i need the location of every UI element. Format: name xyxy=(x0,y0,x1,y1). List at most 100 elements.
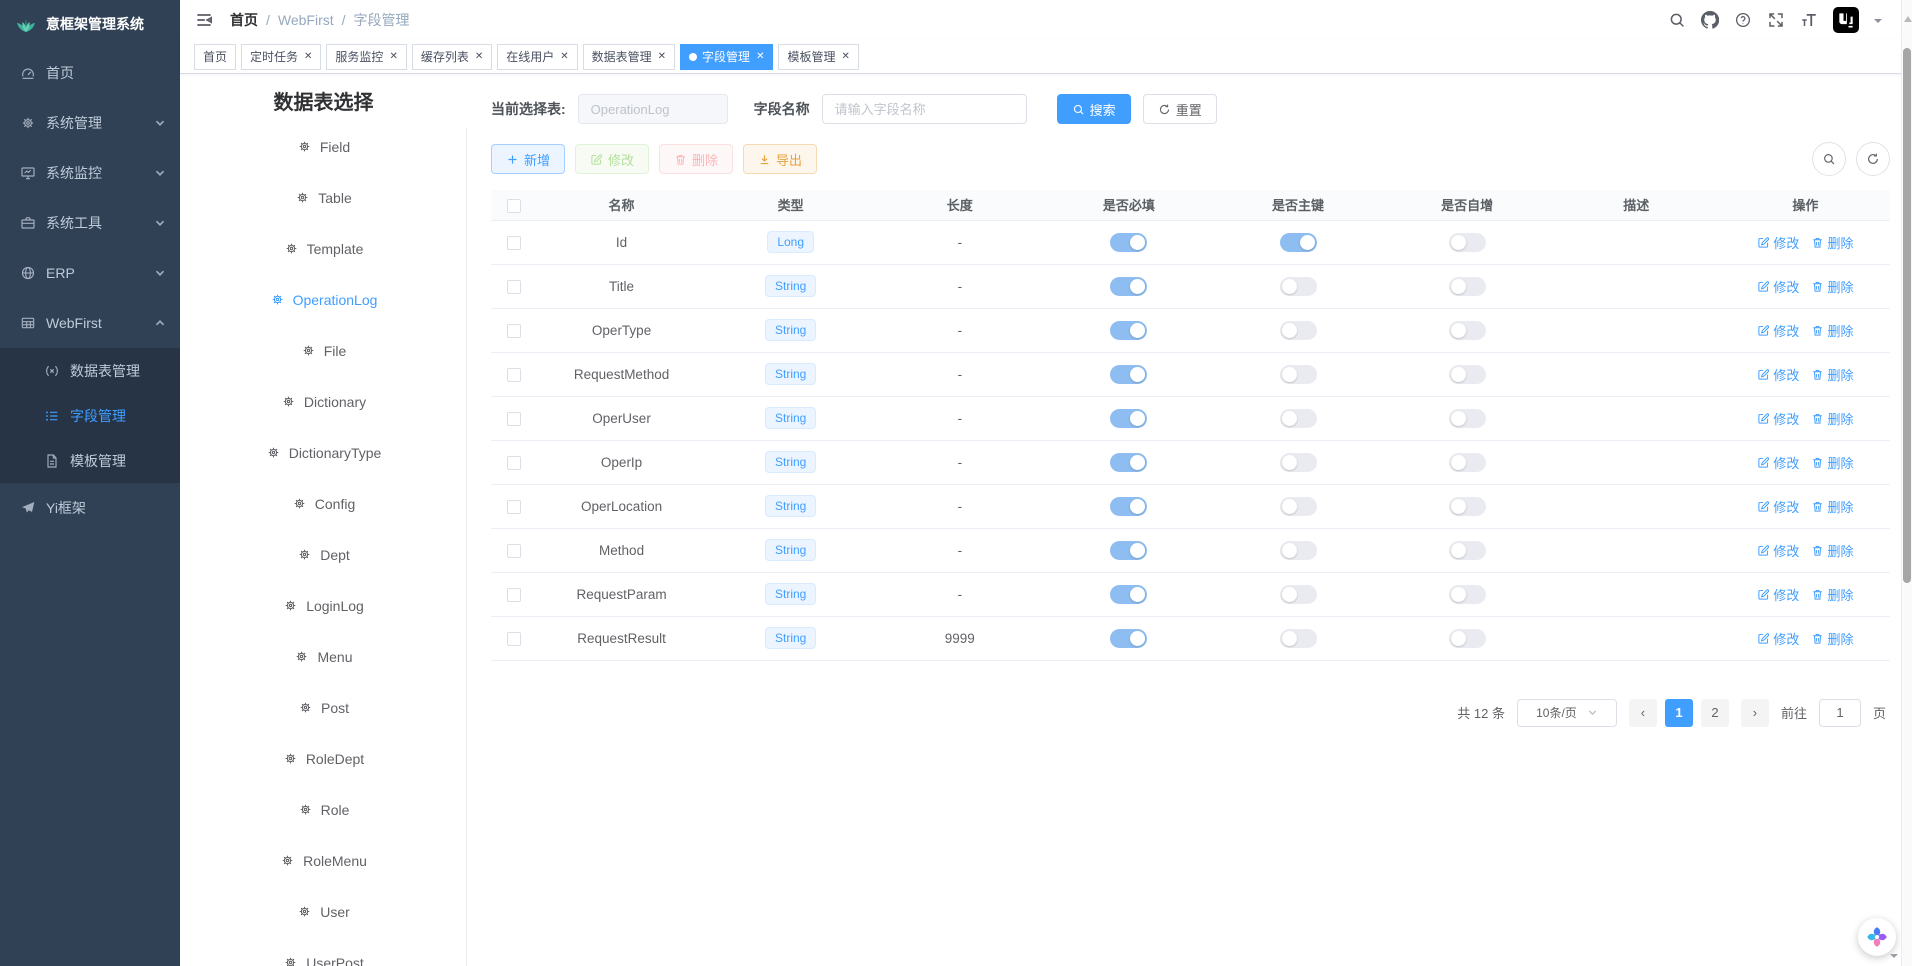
tab[interactable]: 首页 xyxy=(194,44,236,70)
edit-row-button[interactable]: 修改 xyxy=(1757,321,1799,340)
primary-key-toggle[interactable] xyxy=(1280,321,1317,340)
primary-key-toggle[interactable] xyxy=(1280,409,1317,428)
tree-item[interactable]: Menu xyxy=(180,631,467,682)
search-button[interactable]: 搜索 xyxy=(1057,94,1131,124)
delete-row-button[interactable]: 删除 xyxy=(1811,453,1853,472)
delete-button[interactable]: 删除 xyxy=(659,144,733,174)
edit-row-button[interactable]: 修改 xyxy=(1757,365,1799,384)
breadcrumb-home[interactable]: 首页 xyxy=(230,10,258,30)
help-icon[interactable] xyxy=(1734,11,1752,29)
tab[interactable]: 服务监控 xyxy=(326,44,406,70)
tree-item[interactable]: UserPost xyxy=(180,937,467,966)
auto-increment-toggle[interactable] xyxy=(1449,497,1486,516)
next-page-button[interactable] xyxy=(1741,699,1769,727)
auto-increment-toggle[interactable] xyxy=(1449,321,1486,340)
github-icon[interactable] xyxy=(1701,11,1719,29)
edit-row-button[interactable]: 修改 xyxy=(1757,409,1799,428)
auto-increment-toggle[interactable] xyxy=(1449,541,1486,560)
table-search-toggle-button[interactable] xyxy=(1812,142,1846,176)
required-toggle[interactable] xyxy=(1110,541,1147,560)
sidebar-item[interactable]: 首页 xyxy=(0,48,180,98)
edit-row-button[interactable]: 修改 xyxy=(1757,233,1799,252)
tree-item[interactable]: Post xyxy=(180,682,467,733)
page-number-button[interactable]: 2 xyxy=(1701,699,1729,727)
row-checkbox[interactable] xyxy=(507,280,521,294)
required-toggle[interactable] xyxy=(1110,629,1147,648)
edit-row-button[interactable]: 修改 xyxy=(1757,541,1799,560)
required-toggle[interactable] xyxy=(1110,585,1147,604)
avatar-caret-icon[interactable] xyxy=(1874,19,1882,27)
tree-item[interactable]: Table xyxy=(180,172,467,223)
row-checkbox[interactable] xyxy=(507,412,521,426)
required-toggle[interactable] xyxy=(1110,365,1147,384)
page-size-select[interactable]: 10条/页 xyxy=(1517,699,1617,727)
delete-row-button[interactable]: 删除 xyxy=(1811,497,1853,516)
required-toggle[interactable] xyxy=(1110,453,1147,472)
primary-key-toggle[interactable] xyxy=(1280,453,1317,472)
row-checkbox[interactable] xyxy=(507,544,521,558)
edit-row-button[interactable]: 修改 xyxy=(1757,277,1799,296)
close-icon[interactable] xyxy=(560,52,568,62)
page-number-button[interactable]: 1 xyxy=(1665,699,1693,727)
fullscreen-icon[interactable] xyxy=(1767,11,1785,29)
sidebar-item[interactable]: 系统工具 xyxy=(0,198,180,248)
auto-increment-toggle[interactable] xyxy=(1449,277,1486,296)
tree-item[interactable]: RoleDept xyxy=(180,733,467,784)
edit-button[interactable]: 修改 xyxy=(575,144,649,174)
sidebar-item[interactable]: 数据表管理 xyxy=(0,348,180,393)
auto-increment-toggle[interactable] xyxy=(1449,233,1486,252)
tab[interactable]: 数据表管理 xyxy=(583,44,675,70)
field-name-input[interactable] xyxy=(822,94,1027,124)
primary-key-toggle[interactable] xyxy=(1280,277,1317,296)
primary-key-toggle[interactable] xyxy=(1280,585,1317,604)
primary-key-toggle[interactable] xyxy=(1280,233,1317,252)
sidebar-item[interactable]: Yi框架 xyxy=(0,483,180,533)
tab[interactable]: 在线用户 xyxy=(497,44,577,70)
sidebar-item[interactable]: 字段管理 xyxy=(0,393,180,438)
sidebar-item[interactable]: 模板管理 xyxy=(0,438,180,483)
close-icon[interactable] xyxy=(304,52,312,62)
close-icon[interactable] xyxy=(756,52,764,62)
app-logo[interactable]: 意框架管理系统 xyxy=(0,0,180,48)
select-all-checkbox[interactable] xyxy=(507,199,521,213)
edit-row-button[interactable]: 修改 xyxy=(1757,497,1799,516)
delete-row-button[interactable]: 删除 xyxy=(1811,233,1853,252)
primary-key-toggle[interactable] xyxy=(1280,497,1317,516)
delete-row-button[interactable]: 删除 xyxy=(1811,277,1853,296)
sidebar-item[interactable]: WebFirst xyxy=(0,298,180,348)
tree-item[interactable]: Template xyxy=(180,223,467,274)
sidebar-item[interactable]: 系统监控 xyxy=(0,148,180,198)
edit-row-button[interactable]: 修改 xyxy=(1757,585,1799,604)
tree-item[interactable]: DictionaryType xyxy=(180,427,467,478)
tree-item[interactable]: Dictionary xyxy=(180,376,467,427)
row-checkbox[interactable] xyxy=(507,500,521,514)
delete-row-button[interactable]: 删除 xyxy=(1811,365,1853,384)
row-checkbox[interactable] xyxy=(507,368,521,382)
assistant-collapse-caret-icon[interactable] xyxy=(1890,954,1898,962)
edit-row-button[interactable]: 修改 xyxy=(1757,629,1799,648)
font-size-icon[interactable] xyxy=(1800,11,1818,29)
primary-key-toggle[interactable] xyxy=(1280,629,1317,648)
sidebar-item[interactable]: ERP xyxy=(0,248,180,298)
close-icon[interactable] xyxy=(389,52,397,62)
auto-increment-toggle[interactable] xyxy=(1449,629,1486,648)
row-checkbox[interactable] xyxy=(507,632,521,646)
required-toggle[interactable] xyxy=(1110,409,1147,428)
close-icon[interactable] xyxy=(475,52,483,62)
primary-key-toggle[interactable] xyxy=(1280,365,1317,384)
auto-increment-toggle[interactable] xyxy=(1449,585,1486,604)
auto-increment-toggle[interactable] xyxy=(1449,365,1486,384)
tree-item[interactable]: RoleMenu xyxy=(180,835,467,886)
export-button[interactable]: 导出 xyxy=(743,144,817,174)
close-icon[interactable] xyxy=(658,52,666,62)
sidebar-item[interactable]: 系统管理 xyxy=(0,98,180,148)
scrollbar-thumb[interactable] xyxy=(1903,48,1911,583)
current-table-input[interactable] xyxy=(578,94,728,124)
delete-row-button[interactable]: 删除 xyxy=(1811,409,1853,428)
delete-row-button[interactable]: 删除 xyxy=(1811,629,1853,648)
row-checkbox[interactable] xyxy=(507,456,521,470)
row-checkbox[interactable] xyxy=(507,588,521,602)
tree-item[interactable]: User xyxy=(180,886,467,937)
delete-row-button[interactable]: 删除 xyxy=(1811,585,1853,604)
tree-item[interactable]: Field xyxy=(180,121,467,172)
